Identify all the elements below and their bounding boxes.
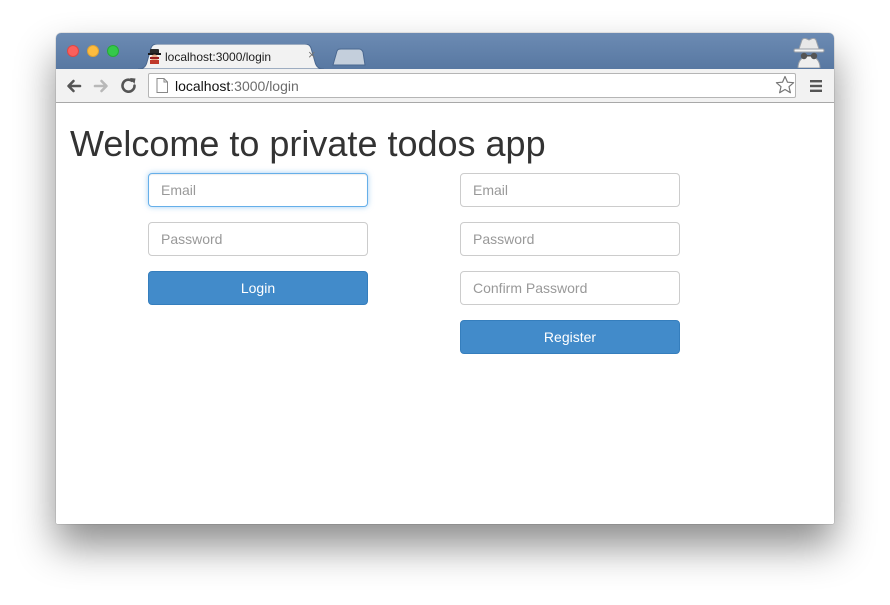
hamburger-menu-icon[interactable] [809, 79, 823, 93]
star-icon[interactable] [775, 75, 795, 95]
forward-arrow-icon[interactable] [91, 76, 111, 96]
register-confirm-password-input[interactable] [460, 271, 680, 305]
reload-icon[interactable] [119, 76, 139, 96]
url-path: :3000/login [230, 78, 299, 94]
url-host: localhost [175, 78, 231, 94]
new-tab-button[interactable] [332, 48, 366, 66]
address-bar[interactable]: localhost:3000/login [148, 73, 796, 98]
login-email-input[interactable] [148, 173, 368, 207]
page-icon [156, 78, 168, 93]
window-close-button[interactable] [67, 45, 79, 57]
page-title: Welcome to private todos app [70, 123, 546, 164]
tab-strip: localhost:3000/login × [56, 33, 834, 69]
tab-close-icon[interactable]: × [308, 48, 316, 62]
incognito-icon [793, 38, 825, 68]
register-button[interactable]: Register [460, 320, 680, 354]
login-button[interactable]: Login [148, 271, 368, 305]
register-email-input[interactable] [460, 173, 680, 207]
browser-toolbar: localhost:3000/login [56, 69, 834, 103]
register-password-input[interactable] [460, 222, 680, 256]
browser-window: localhost:3000/login × localhost:3000/lo… [56, 33, 834, 524]
url-text: localhost:3000/login [175, 78, 299, 94]
page-content: Welcome to private todos app Login Regis… [56, 103, 834, 524]
window-maximize-button[interactable] [107, 45, 119, 57]
tab-title: localhost:3000/login [165, 50, 272, 64]
back-arrow-icon[interactable] [64, 76, 84, 96]
login-password-input[interactable] [148, 222, 368, 256]
window-minimize-button[interactable] [87, 45, 99, 57]
spy-favicon-icon [148, 49, 161, 64]
tab-active[interactable]: localhost:3000/login × [138, 44, 324, 69]
